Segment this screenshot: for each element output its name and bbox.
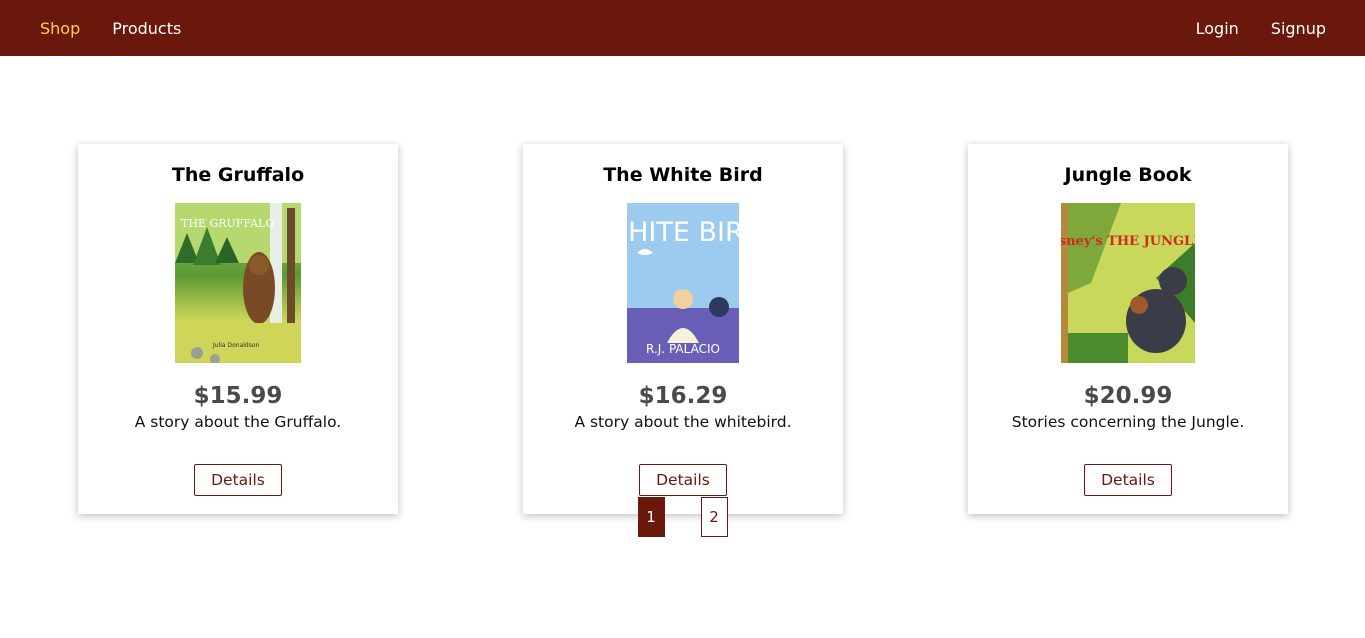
details-button[interactable]: Details: [1084, 464, 1172, 496]
cover-title-text: Walt Disney's THE JUNGLE BOOK: [1061, 234, 1195, 249]
product-price: $15.99: [193, 383, 283, 409]
nav-link-shop[interactable]: Shop: [40, 19, 80, 38]
nav-link-login[interactable]: Login: [1196, 19, 1239, 38]
top-navbar: Shop Products Login Signup: [0, 0, 1365, 56]
product-title: The Gruffalo: [171, 164, 305, 186]
cover-author-text: Julia Donaldson: [212, 342, 260, 349]
pagination: 1 2: [0, 497, 1365, 537]
product-card-white-bird: The White Bird WHITE BIRD R.J. PALACIO $…: [523, 144, 843, 514]
cover-title-text: THE GRUFFALO: [181, 217, 274, 230]
book-cover-image: WHITE BIRD R.J. PALACIO: [627, 203, 739, 363]
book-cover-image: THE GRUFFALO Julia Donaldson: [175, 203, 301, 363]
product-description: A story about the Gruffalo.: [134, 413, 342, 431]
product-title: The White Bird: [603, 164, 763, 186]
page-1-button[interactable]: 1: [637, 497, 665, 537]
gruffalo-cover-art: THE GRUFFALO Julia Donaldson: [175, 203, 301, 363]
product-description: Stories concerning the Jungle.: [1011, 413, 1245, 431]
product-price: $16.29: [638, 383, 728, 409]
cover-title-text: WHITE BIRD: [627, 217, 739, 248]
jungle-book-cover-art: Walt Disney's THE JUNGLE BOOK: [1061, 203, 1195, 363]
page-2-button[interactable]: 2: [700, 497, 728, 537]
white-bird-cover-art: WHITE BIRD R.J. PALACIO: [627, 203, 739, 363]
cover-author-text: R.J. PALACIO: [646, 342, 720, 356]
main-nav: Shop Products: [40, 19, 213, 38]
product-title: Jungle Book: [1064, 164, 1192, 186]
product-card-jungle-book: Jungle Book Walt Disney's THE JUNGLE BOO…: [968, 144, 1288, 514]
details-button[interactable]: Details: [194, 464, 282, 496]
product-price: $20.99: [1083, 383, 1173, 409]
product-description: A story about the whitebird.: [574, 413, 792, 431]
nav-link-products[interactable]: Products: [112, 19, 181, 38]
details-button[interactable]: Details: [639, 464, 727, 496]
nav-link-signup[interactable]: Signup: [1271, 19, 1326, 38]
book-cover-image: Walt Disney's THE JUNGLE BOOK: [1061, 203, 1195, 363]
auth-nav: Login Signup: [1164, 19, 1326, 38]
product-card-gruffalo: The Gruffalo THE GRUFFALO Julia Donaldso…: [78, 144, 398, 514]
product-grid: The Gruffalo THE GRUFFALO Julia Donaldso…: [0, 56, 1365, 514]
